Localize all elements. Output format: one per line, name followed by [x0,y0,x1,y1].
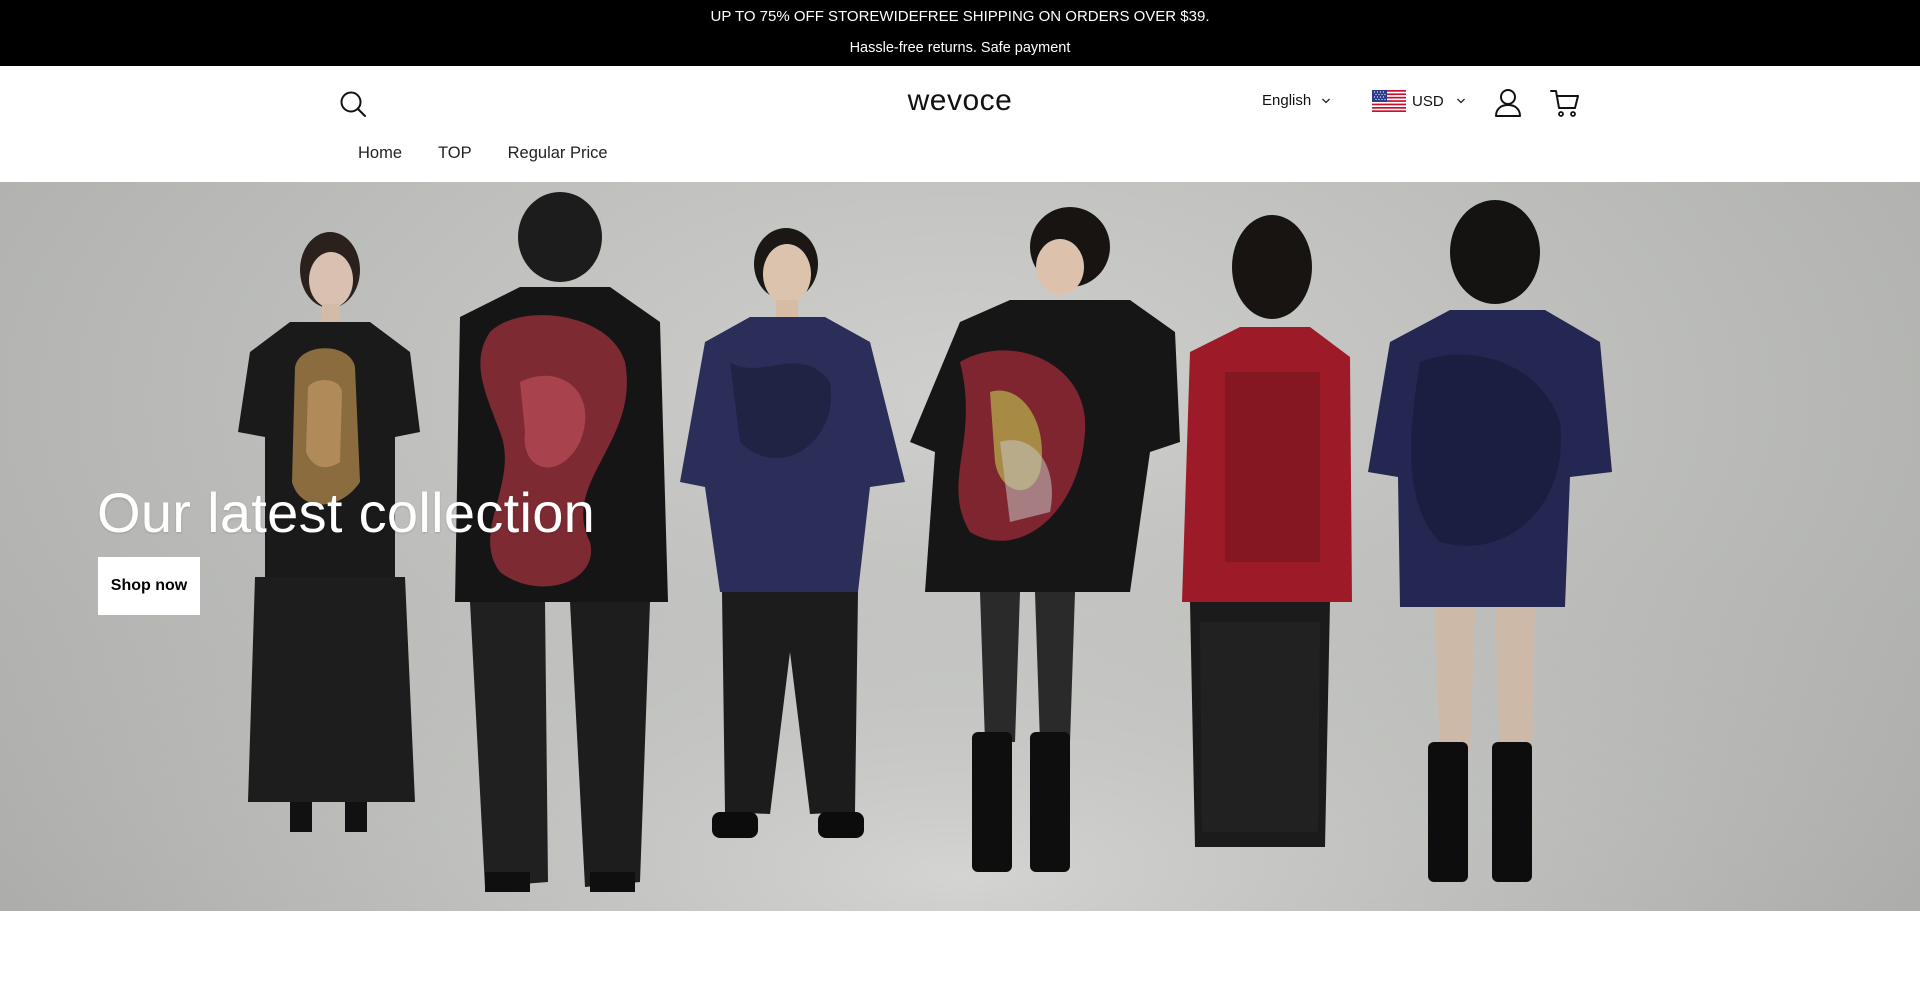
account-button[interactable] [1494,88,1522,118]
cart-button[interactable] [1550,88,1580,118]
us-flag-icon [1372,90,1406,112]
announcement-bar: UP TO 75% OFF STOREWIDE⁣FREE SHIPPING ON… [0,0,1920,66]
hero-image [0,182,1920,911]
user-icon [1495,89,1521,117]
currency-label: USD [1412,92,1444,110]
language-selector[interactable]: English [1262,92,1331,109]
announcement-returns: Hassle-free returns. Safe payment [849,40,1071,56]
currency-selector[interactable]: USD [1372,90,1466,112]
site-logo[interactable]: wevoce [0,84,1920,118]
language-label: English [1262,92,1312,109]
nav-item-home[interactable]: Home [358,144,402,163]
chevron-down-icon [1456,98,1465,104]
site-header: wevoce English USD Home TOP Regular Pric… [0,66,1920,182]
cart-icon [1550,90,1579,117]
nav-item-top[interactable]: TOP [438,144,472,163]
chevron-down-icon [1322,98,1331,103]
shop-now-button[interactable]: Shop now [98,557,200,615]
main-nav: Home TOP Regular Price [358,144,608,163]
hero-banner: Our latest collection Shop now [0,182,1920,911]
nav-item-regular-price[interactable]: Regular Price [508,144,608,163]
below-hero-spacer [0,911,1920,993]
announcement-promo: UP TO 75% OFF STOREWIDE⁣FREE SHIPPING ON… [710,8,1210,25]
hero-title: Our latest collection [97,481,596,544]
